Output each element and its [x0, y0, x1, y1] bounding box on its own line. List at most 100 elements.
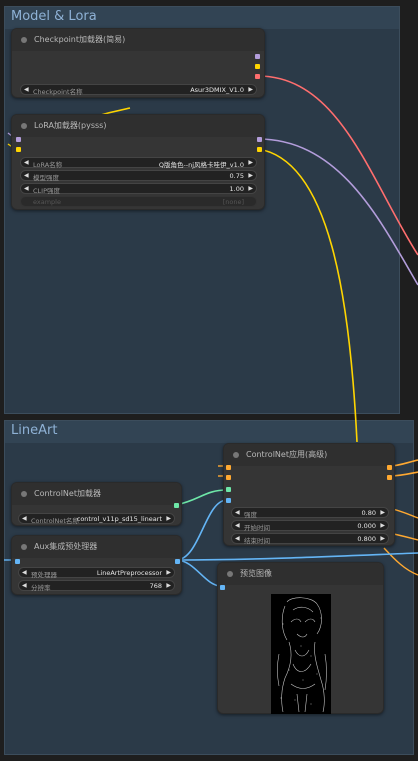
widget-label: 预处理器 [31, 571, 57, 579]
model-strength-number[interactable]: ◀ 模型强度 0.75 ▶ [20, 170, 257, 182]
widget-label: 结束时间 [244, 537, 270, 545]
widget-label: 开始时间 [244, 524, 270, 532]
output-port-vae[interactable] [255, 74, 260, 79]
input-port-image[interactable] [226, 498, 231, 503]
widget-label: 强度 [244, 511, 257, 519]
decrement-arrow-icon[interactable]: ◀ [24, 185, 29, 192]
input-port-image[interactable] [15, 559, 20, 564]
increment-arrow-icon[interactable]: ▶ [166, 569, 171, 576]
output-port-clip[interactable] [257, 147, 262, 152]
decrement-arrow-icon[interactable]: ◀ [22, 569, 27, 576]
wire-image-apply [175, 499, 228, 561]
output-port-negative[interactable] [387, 475, 392, 480]
input-port-model[interactable] [16, 137, 21, 142]
lineart-preview-graphic [271, 594, 331, 714]
clip-strength-number[interactable]: ◀ CLIP强度 1.00 ▶ [20, 183, 257, 195]
output-port-model[interactable] [255, 54, 260, 59]
decrement-arrow-icon[interactable]: ◀ [22, 582, 27, 589]
collapse-dot-icon[interactable] [21, 123, 27, 129]
widget-value: Asur3DMIX_V1.0 [190, 86, 244, 94]
ckpt-name-combo[interactable]: ◀ Checkpoint名称 Asur3DMIX_V1.0 ▶ [20, 84, 257, 96]
increment-arrow-icon[interactable]: ▶ [248, 159, 253, 166]
collapse-dot-icon[interactable] [21, 491, 27, 497]
widget-label: 分辨率 [31, 584, 51, 592]
output-port-model[interactable] [257, 137, 262, 142]
node-title: 预览图像 [240, 569, 272, 578]
wire-orange-e [383, 547, 418, 576]
lora-name-combo[interactable]: ◀ LoRA名称 Q版角色--nj风格卡哇伊_v1.0 ▶ [20, 157, 257, 169]
node-header[interactable]: Checkpoint加载器(简易) [12, 29, 264, 51]
collapse-dot-icon[interactable] [21, 37, 27, 43]
node-header[interactable]: Aux集成预处理器 [12, 536, 181, 558]
input-port-negative[interactable] [226, 475, 231, 480]
output-port-control-net[interactable] [174, 503, 179, 508]
strength-number[interactable]: ◀ 强度 0.80 ▶ [231, 507, 389, 519]
collapse-dot-icon[interactable] [21, 544, 27, 550]
lora-loader-node[interactable]: LoRA加载器(pysss) ◀ LoRA名称 Q版角色--nj风格卡哇伊_v1… [11, 114, 265, 210]
increment-arrow-icon[interactable]: ▶ [248, 185, 253, 192]
input-port-clip[interactable] [16, 147, 21, 152]
input-port-control-net[interactable] [226, 487, 231, 492]
node-title: Aux集成预处理器 [34, 542, 98, 551]
input-port-images[interactable] [220, 585, 225, 590]
preview-image-node[interactable]: 预览图像 [217, 562, 384, 714]
node-header[interactable]: 预览图像 [218, 563, 383, 585]
widget-value: 0.800 [357, 535, 376, 543]
increment-arrow-icon[interactable]: ▶ [380, 535, 385, 542]
widget-label: example [33, 198, 61, 206]
increment-arrow-icon[interactable]: ▶ [166, 515, 171, 522]
decrement-arrow-icon[interactable]: ◀ [235, 522, 240, 529]
node-header[interactable]: ControlNet加载器 [12, 483, 181, 505]
node-header[interactable]: ControlNet应用(高级) [224, 444, 394, 466]
controlnet-name-combo[interactable]: ◀ ControlNet名称 control_v11p_sd15_lineart… [18, 513, 175, 525]
widget-value: 0.75 [229, 172, 244, 180]
node-header[interactable]: LoRA加载器(pysss) [12, 115, 264, 137]
controlnet-loader-node[interactable]: ControlNet加载器 ◀ ControlNet名称 control_v11… [11, 482, 182, 526]
widget-value: LineArtPreprocessor [96, 569, 162, 577]
increment-arrow-icon[interactable]: ▶ [248, 86, 253, 93]
wire-image-preview [175, 559, 222, 587]
increment-arrow-icon[interactable]: ▶ [248, 172, 253, 179]
decrement-arrow-icon[interactable]: ◀ [24, 172, 29, 179]
preview-image[interactable] [271, 594, 331, 714]
wire-image-right [175, 552, 418, 561]
preprocessor-combo[interactable]: ◀ 预处理器 LineArtPreprocessor ▶ [18, 567, 175, 579]
widget-value: 768 [149, 582, 162, 590]
decrement-arrow-icon[interactable]: ◀ [24, 159, 29, 166]
example-field[interactable]: example [none] [20, 196, 257, 207]
widget-label: ControlNet名称 [31, 517, 79, 525]
decrement-arrow-icon[interactable]: ◀ [22, 515, 27, 522]
wire-vae [257, 75, 418, 256]
end-percent-number[interactable]: ◀ 结束时间 0.800 ▶ [231, 533, 389, 545]
controlnet-apply-node[interactable]: ControlNet应用(高级) ◀ 强度 0.80 ▶ ◀ 开始时间 0.00… [223, 443, 395, 546]
collapse-dot-icon[interactable] [233, 452, 239, 458]
start-percent-number[interactable]: ◀ 开始时间 0.000 ▶ [231, 520, 389, 532]
decrement-arrow-icon[interactable]: ◀ [24, 86, 29, 93]
decrement-arrow-icon[interactable]: ◀ [235, 535, 240, 542]
node-title: LoRA加载器(pysss) [34, 121, 107, 130]
widget-label: CLIP强度 [33, 187, 60, 195]
widget-value: 0.80 [361, 509, 376, 517]
increment-arrow-icon[interactable]: ▶ [166, 582, 171, 589]
node-graph-canvas[interactable]: Model & Lora LineArt Checkpoint加载器(简易) ◀… [0, 0, 418, 761]
widget-label: 模型强度 [33, 174, 59, 182]
wire-clip [257, 148, 358, 443]
widget-value: [none] [222, 198, 244, 206]
increment-arrow-icon[interactable]: ▶ [380, 509, 385, 516]
node-title: ControlNet应用(高级) [246, 450, 328, 459]
node-title: ControlNet加载器 [34, 489, 101, 498]
widget-label: LoRA名称 [33, 161, 63, 169]
output-port-clip[interactable] [255, 64, 260, 69]
widget-value: 0.000 [357, 522, 376, 530]
collapse-dot-icon[interactable] [227, 571, 233, 577]
widget-value: Q版角色--nj风格卡哇伊_v1.0 [158, 161, 244, 169]
resolution-number[interactable]: ◀ 分辨率 768 ▶ [18, 580, 175, 592]
checkpoint-loader-node[interactable]: Checkpoint加载器(简易) ◀ Checkpoint名称 Asur3DM… [11, 28, 265, 98]
aux-preprocessor-node[interactable]: Aux集成预处理器 ◀ 预处理器 LineArtPreprocessor ▶ ◀… [11, 535, 182, 595]
increment-arrow-icon[interactable]: ▶ [380, 522, 385, 529]
input-port-positive[interactable] [226, 465, 231, 470]
decrement-arrow-icon[interactable]: ◀ [235, 509, 240, 516]
output-port-image[interactable] [175, 559, 180, 564]
widget-label: Checkpoint名称 [33, 88, 83, 96]
output-port-positive[interactable] [387, 465, 392, 470]
